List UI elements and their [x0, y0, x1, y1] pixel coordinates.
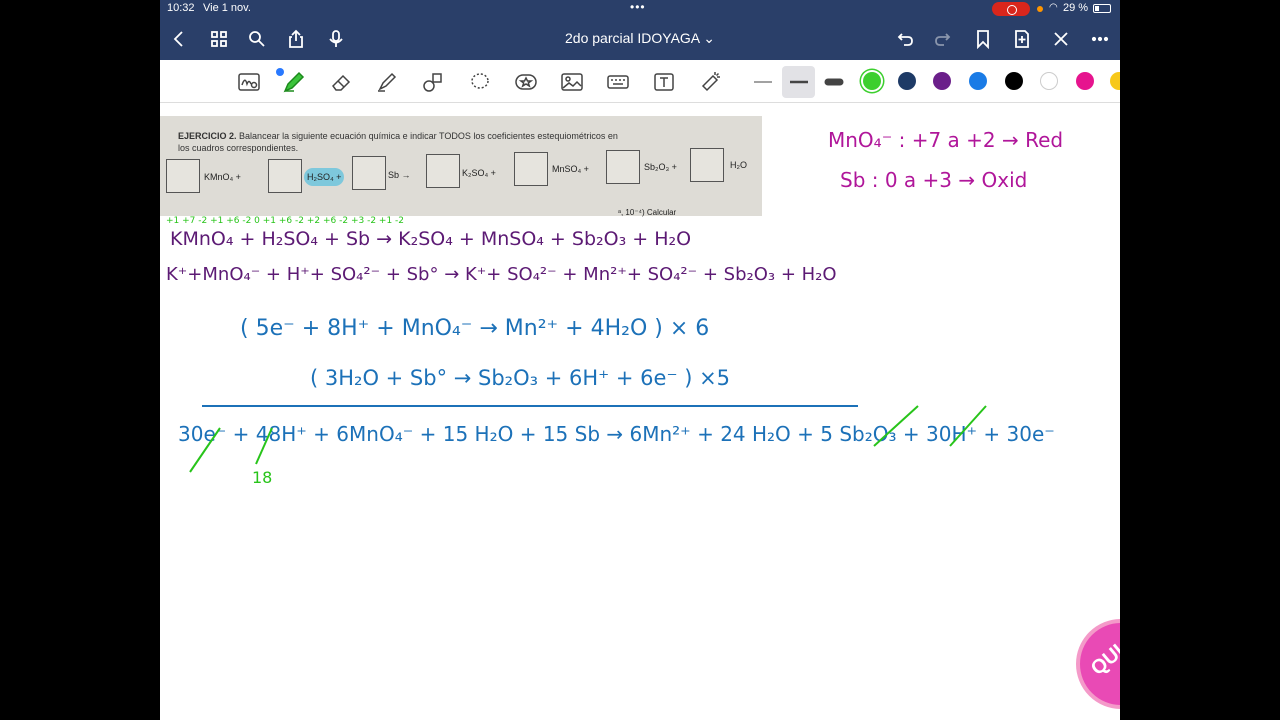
- more-icon[interactable]: [1089, 28, 1111, 50]
- mic-indicator-icon: [1037, 6, 1043, 12]
- molecular-equation: KMnO₄ + H₂SO₄ + Sb → K₂SO₄ + MnSO₄ + Sb₂…: [170, 228, 692, 250]
- search-icon[interactable]: [246, 28, 268, 50]
- highlighter-icon[interactable]: [374, 69, 400, 95]
- navigation-bar: 2do parcial IDOYAGA ⌄: [160, 18, 1120, 60]
- cancel-stroke: [255, 427, 273, 465]
- thin-stroke-icon[interactable]: [750, 69, 776, 95]
- redox-note-reduction: MnO₄⁻ : +7 a +2 → Red: [828, 128, 1064, 152]
- undo-icon[interactable]: [894, 28, 916, 50]
- corrected-coefficient-note: 18: [252, 468, 273, 487]
- ipad-screen: 10:32 Vie 1 nov. ••• ◠ 29 % 2do parcial …: [160, 0, 1120, 720]
- color-swatch-purple[interactable]: [933, 72, 951, 90]
- color-swatch-black[interactable]: [1005, 72, 1023, 90]
- green-cancellation-strokes: [189, 405, 987, 473]
- coefficient-box: [690, 148, 724, 182]
- logo-text: QUI: [1086, 640, 1120, 680]
- close-icon[interactable]: [1050, 28, 1072, 50]
- eraser-icon[interactable]: [328, 69, 354, 95]
- microphone-icon[interactable]: [325, 28, 347, 50]
- species-label: KMnO₄ +: [204, 172, 241, 182]
- coefficient-box: [514, 152, 548, 186]
- coefficient-box: [606, 150, 640, 184]
- color-swatch-blue[interactable]: [969, 72, 987, 90]
- multitask-dots-icon[interactable]: •••: [630, 0, 646, 14]
- thick-stroke-icon[interactable]: [821, 69, 847, 95]
- medium-stroke-icon[interactable]: [786, 69, 812, 95]
- color-swatch-white[interactable]: [1040, 72, 1058, 90]
- text-box-icon[interactable]: [651, 69, 677, 95]
- pen-icon[interactable]: [281, 69, 307, 95]
- battery-percent: 29 %: [1063, 2, 1089, 14]
- back-icon[interactable]: [168, 28, 190, 50]
- status-date: Vie 1 nov.: [203, 2, 251, 14]
- add-page-icon[interactable]: [1011, 28, 1033, 50]
- cancel-stroke: [949, 405, 987, 447]
- lasso-handwriting-icon[interactable]: [236, 69, 262, 95]
- bookmark-icon[interactable]: [972, 28, 994, 50]
- reduction-half-reaction: ( 5e⁻ + 8H⁺ + MnO₄⁻ → Mn²⁺ + 4H₂O ) × 6: [240, 316, 710, 341]
- cancel-stroke: [873, 405, 919, 447]
- status-bar: 10:32 Vie 1 nov. ••• ◠ 29 %: [160, 0, 1120, 18]
- wifi-icon: ◠: [1049, 2, 1058, 13]
- shapes-icon[interactable]: [420, 69, 446, 95]
- coefficient-box: [166, 159, 200, 193]
- keyboard-icon[interactable]: [605, 69, 631, 95]
- color-swatch-green[interactable]: [863, 72, 881, 90]
- notebook-page[interactable]: EJERCICIO 2. Balancear la siguiente ecua…: [160, 104, 1120, 720]
- coefficient-box: [426, 154, 460, 188]
- status-time: 10:32: [167, 2, 195, 14]
- exercise-title: EJERCICIO 2.: [178, 131, 237, 141]
- coefficient-box: [352, 156, 386, 190]
- species-label: MnSO₄ +: [552, 164, 589, 174]
- laser-pointer-icon[interactable]: [698, 69, 724, 95]
- species-label-highlighted: H₂SO₄ +: [304, 168, 345, 186]
- color-swatch-pink[interactable]: [1076, 72, 1094, 90]
- screen-record-icon[interactable]: [992, 2, 1030, 16]
- battery-icon: [1093, 4, 1111, 13]
- share-icon[interactable]: [285, 28, 307, 50]
- species-label: Sb →: [388, 170, 411, 180]
- image-icon[interactable]: [559, 69, 585, 95]
- equation-boxes-row: KMnO₄ + H₂SO₄ + Sb → K₂SO₄ + MnSO₄ + Sb₂…: [164, 148, 762, 196]
- exercise-text: EJERCICIO 2. Balancear la siguiente ecua…: [178, 130, 738, 154]
- exercise-instruction-2: los cuadros correspondientes.: [178, 143, 299, 153]
- channel-logo: QUI: [1076, 619, 1120, 709]
- redox-note-oxidation: Sb : 0 a +3 → Oxid: [840, 168, 1028, 192]
- ionic-equation: K⁺+MnO₄⁻ + H⁺+ SO₄²⁻ + Sb° → K⁺+ SO₄²⁻ +…: [166, 264, 837, 285]
- color-swatch-navy[interactable]: [898, 72, 916, 90]
- sticker-icon[interactable]: [513, 69, 539, 95]
- oxidation-states-line: +1 +7 -2 +1 +6 -2 0 +1 +6 -2 +2 +6 -2 +3…: [166, 216, 405, 226]
- species-label: Sb₂O₃ +: [644, 162, 677, 172]
- species-label: K₂SO₄ +: [462, 168, 496, 178]
- species-label: H₂O: [730, 160, 747, 170]
- cancel-stroke: [189, 427, 221, 473]
- coefficient-box: [268, 159, 302, 193]
- exercise-photo: EJERCICIO 2. Balancear la siguiente ecua…: [160, 116, 762, 217]
- oxidation-half-reaction: ( 3H₂O + Sb° → Sb₂O₃ + 6H⁺ + 6e⁻ ) ×5: [310, 366, 731, 390]
- lasso-icon[interactable]: [467, 69, 493, 95]
- exercise-instruction: Balancear la siguiente ecuación química …: [239, 131, 618, 141]
- exercise-cutoff-text: ᵃ, 10⁻⁴) Calcular: [618, 208, 677, 217]
- redo-icon[interactable]: [932, 28, 954, 50]
- grid-icon[interactable]: [208, 28, 230, 50]
